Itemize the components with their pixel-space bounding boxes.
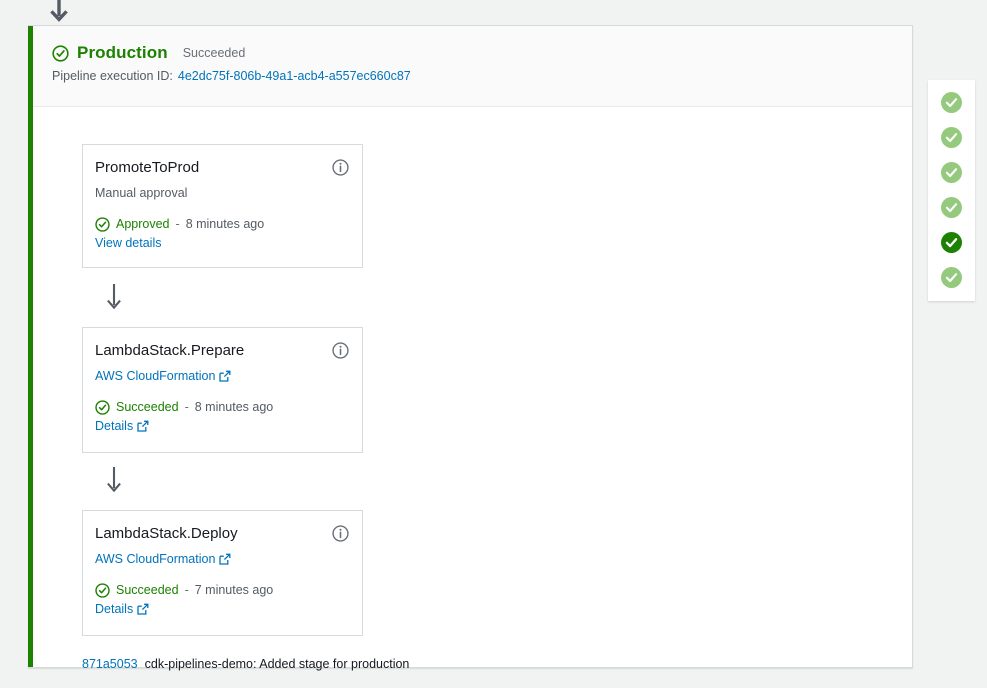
- action-status-row: Succeeded - 8 minutes ago: [95, 399, 347, 415]
- pipeline-execution-id-link[interactable]: 4e2dc75f-806b-49a1-acb4-a557ec660c87: [178, 69, 411, 83]
- check-circle-icon: [95, 583, 110, 598]
- commit-message: cdk-pipelines-demo: Added stage for prod…: [145, 656, 410, 672]
- external-link-icon: [137, 603, 149, 615]
- arrow-down-icon: [46, 0, 72, 24]
- action-timestamp: 7 minutes ago: [195, 582, 274, 598]
- external-link-icon: [219, 553, 231, 565]
- action-card[interactable]: LambdaStack.Prepare AWS CloudFormation: [82, 327, 363, 453]
- action-link-row: Details: [95, 418, 149, 434]
- stage-status-text: Succeeded: [183, 46, 246, 60]
- action-title: LambdaStack.Prepare: [95, 342, 347, 360]
- arrow-down-icon: [101, 281, 127, 315]
- action-status-separator: -: [185, 582, 189, 598]
- check-circle-icon: [52, 45, 69, 62]
- minimap-node[interactable]: [941, 127, 962, 148]
- pipeline-execution-label: Pipeline execution ID:: [52, 69, 173, 83]
- pipeline-stage-view: Production Succeeded Pipeline execution …: [0, 0, 987, 688]
- commit-row: 871a5053 cdk-pipelines-demo: Added stage…: [82, 656, 409, 672]
- external-link-icon: [219, 370, 231, 382]
- stage-title-row: Production Succeeded: [52, 43, 912, 63]
- stage-status-bar: [28, 26, 33, 667]
- action-status-text: Succeeded: [116, 582, 179, 598]
- minimap-node[interactable]: [941, 162, 962, 183]
- action-link-row: View details: [95, 235, 161, 251]
- stage-name: Production: [77, 43, 168, 63]
- action-title: LambdaStack.Deploy: [95, 525, 347, 543]
- external-link-icon: [137, 420, 149, 432]
- details-link[interactable]: Details: [95, 601, 133, 617]
- minimap-node[interactable]: [941, 267, 962, 288]
- info-circle-icon[interactable]: [332, 525, 349, 542]
- action-status-text: Succeeded: [116, 399, 179, 415]
- stage-panel: Production Succeeded Pipeline execution …: [28, 25, 913, 668]
- action-provider-row: AWS CloudFormation: [95, 368, 231, 384]
- action-status-separator: -: [185, 399, 189, 415]
- commit-hash-link[interactable]: 871a5053: [82, 656, 138, 672]
- action-timestamp: 8 minutes ago: [195, 399, 274, 415]
- check-circle-icon: [95, 400, 110, 415]
- arrow-down-icon: [101, 464, 127, 498]
- view-details-link[interactable]: View details: [95, 235, 161, 251]
- info-circle-icon[interactable]: [332, 159, 349, 176]
- details-link[interactable]: Details: [95, 418, 133, 434]
- action-status-text: Approved: [116, 216, 170, 232]
- stage-header: Production Succeeded Pipeline execution …: [33, 26, 912, 107]
- action-link-row: Details: [95, 601, 149, 617]
- pipeline-minimap[interactable]: [928, 80, 975, 301]
- action-provider: Manual approval: [95, 185, 187, 201]
- action-provider-link[interactable]: AWS CloudFormation: [95, 368, 215, 384]
- action-status-row: Approved - 8 minutes ago: [95, 216, 347, 232]
- action-status-row: Succeeded - 7 minutes ago: [95, 582, 347, 598]
- minimap-node-active[interactable]: [941, 232, 962, 253]
- action-provider-link[interactable]: AWS CloudFormation: [95, 551, 215, 567]
- info-circle-icon[interactable]: [332, 342, 349, 359]
- action-card[interactable]: LambdaStack.Deploy AWS CloudFormation: [82, 510, 363, 636]
- action-timestamp: 8 minutes ago: [186, 216, 265, 232]
- action-provider-row: AWS CloudFormation: [95, 551, 231, 567]
- action-title: PromoteToProd: [95, 159, 347, 177]
- action-status-separator: -: [176, 216, 180, 232]
- pipeline-execution-row: Pipeline execution ID: 4e2dc75f-806b-49a…: [52, 69, 912, 83]
- action-card[interactable]: PromoteToProd Manual approval Approved -…: [82, 144, 363, 268]
- minimap-node[interactable]: [941, 92, 962, 113]
- minimap-node[interactable]: [941, 197, 962, 218]
- check-circle-icon: [95, 217, 110, 232]
